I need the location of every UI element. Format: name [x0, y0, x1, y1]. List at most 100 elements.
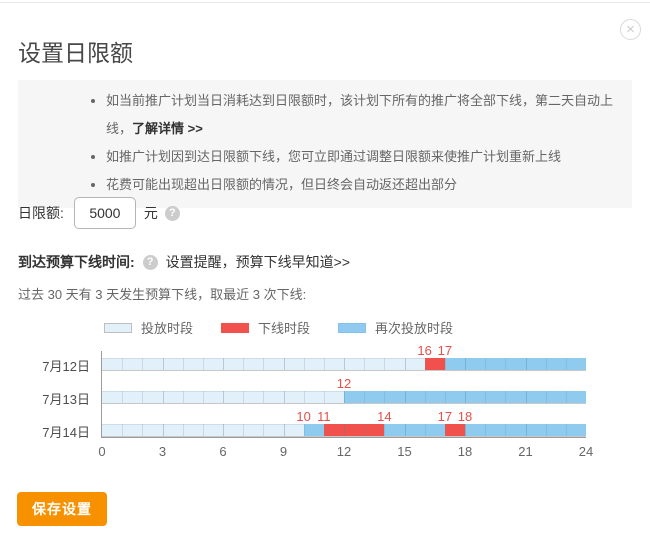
hour-tick: [485, 391, 487, 403]
hour-tick: [323, 358, 325, 370]
hour-tick: [384, 424, 386, 436]
page-title: 设置日限额: [18, 40, 133, 66]
hour-tick: [465, 391, 466, 403]
bar-segment-offline: [444, 424, 465, 436]
hour-tick: [243, 358, 245, 370]
chart-row-date-label: 7月14日: [42, 425, 90, 440]
dialog-top-border: [0, 2, 650, 3]
hour-tick: [465, 358, 466, 370]
bar-underline: [102, 370, 586, 371]
hour-tick: [444, 424, 446, 436]
hour-tick: [283, 358, 285, 370]
offline-hour-marker: 17: [437, 343, 453, 358]
notice-item: 如推广计划因到达日限额下线，您可立即通过调整日限额来使推广计划重新上线: [106, 143, 622, 171]
legend-label: 下线时段: [258, 321, 311, 336]
offline-hour-marker: 16: [417, 343, 432, 358]
y-axis-line: [101, 351, 102, 438]
hour-tick: [223, 358, 224, 370]
bar-segment-offline: [323, 424, 385, 436]
axis-tick-label: 9: [279, 444, 288, 459]
hour-tick: [182, 358, 184, 370]
hour-tick: [142, 391, 144, 403]
hour-tick: [303, 358, 305, 370]
hour-tick: [303, 391, 305, 403]
hour-tick: [545, 424, 547, 436]
hour-tick: [404, 424, 406, 436]
notice-item: 如当前推广计划当日消耗达到日限额时，该计划下所有的推广将全部下线，第二天自动上线…: [106, 87, 622, 143]
hour-tick: [202, 424, 204, 436]
hour-tick: [505, 424, 507, 436]
detail-link[interactable]: 了解详情 >>: [132, 121, 203, 136]
hour-tick: [263, 424, 265, 436]
offline-swatch-icon: [221, 322, 250, 333]
hour-tick: [444, 358, 446, 370]
hour-tick: [424, 424, 426, 436]
hour-tick: [162, 358, 164, 370]
offline-time-title: 到达预算下线时间:: [18, 254, 135, 270]
save-settings-button[interactable]: 保存设置: [17, 492, 107, 526]
legend-label: 再次投放时段: [375, 321, 454, 336]
hour-tick: [485, 424, 487, 436]
offline-timeline-chart: 7月12日 16 17 7月13日 12 7月14日 10 11 14 17 18 0 3 6 9 12 15 1…: [0, 343, 650, 465]
axis-tick-label: 21: [518, 444, 533, 459]
offline-hour-marker: 11: [317, 409, 331, 424]
hour-tick: [344, 358, 345, 370]
legend-item-redelivery: 再次投放时段: [338, 318, 453, 337]
hour-tick: [565, 391, 567, 403]
notice-box: 如当前推广计划当日消耗达到日限额时，该计划下所有的推广将全部下线，第二天自动上线…: [18, 80, 632, 208]
notice-item: 花费可能出现超出日限额的情况，但日终会自动返还超出部分: [106, 171, 622, 199]
offline-time-row: 到达预算下线时间: ? 设置提醒，预算下线早知道>>: [18, 252, 350, 272]
close-icon[interactable]: ×: [620, 19, 641, 40]
hour-tick: [243, 391, 245, 403]
question-mark-icon[interactable]: ?: [142, 254, 158, 270]
legend-item-offline: 下线时段: [221, 318, 310, 337]
hour-tick: [424, 391, 426, 403]
hour-tick: [202, 358, 204, 370]
hour-tick: [122, 424, 124, 436]
bar-segment-offline: [424, 358, 445, 370]
hour-tick: [344, 424, 345, 436]
bar-segment-redelivery: [384, 424, 445, 436]
axis-tick-label: 24: [578, 444, 594, 459]
chart-legend: 投放时段 下线时段 再次投放时段: [104, 318, 481, 337]
hour-tick: [323, 391, 325, 403]
axis-tick-label: 3: [158, 444, 167, 459]
hour-tick: [283, 391, 285, 403]
hour-tick: [424, 358, 426, 370]
hour-tick: [545, 391, 547, 403]
hour-tick: [283, 424, 285, 436]
hour-tick: [122, 391, 124, 403]
question-mark-icon[interactable]: ?: [164, 205, 180, 221]
legend-item-delivery: 投放时段: [104, 318, 193, 337]
hour-tick: [323, 424, 325, 436]
daily-limit-row: 日限额: 元 ?: [18, 197, 180, 229]
hour-tick: [223, 424, 224, 436]
set-reminder-link[interactable]: 设置提醒，预算下线早知道>>: [166, 252, 350, 272]
notice-text: 如推广计划因到达日限额下线，您可立即通过调整日限额来使推广计划重新上线: [106, 149, 562, 164]
hour-tick: [263, 391, 265, 403]
hour-tick: [182, 391, 184, 403]
timeline-bar: [102, 424, 586, 437]
hour-tick: [404, 358, 406, 370]
offline-hour-marker: 10: [296, 409, 311, 424]
hour-tick: [444, 391, 446, 403]
offline-hour-marker: 12: [336, 376, 352, 391]
chart-row-date-label: 7月12日: [42, 359, 90, 374]
hour-tick: [344, 391, 345, 403]
hour-tick: [142, 424, 144, 436]
axis-tick-label: 0: [98, 444, 106, 459]
offline-summary-text: 过去 30 天有 3 天发生预算下线，取最近 3 次下线:: [18, 287, 307, 302]
hour-tick: [122, 358, 124, 370]
timeline-bar: [102, 391, 586, 404]
hour-tick: [404, 391, 406, 403]
axis-tick-label: 15: [397, 444, 412, 459]
axis-tick-label: 18: [457, 444, 473, 459]
hour-tick: [243, 424, 245, 436]
hour-tick: [364, 424, 366, 436]
bar-segment-redelivery: [444, 358, 586, 370]
bar-segment-redelivery: [303, 424, 324, 436]
daily-limit-label: 日限额:: [18, 205, 64, 221]
offline-hour-marker: 18: [457, 409, 473, 424]
daily-limit-input[interactable]: [73, 197, 136, 229]
hour-tick: [162, 424, 164, 436]
